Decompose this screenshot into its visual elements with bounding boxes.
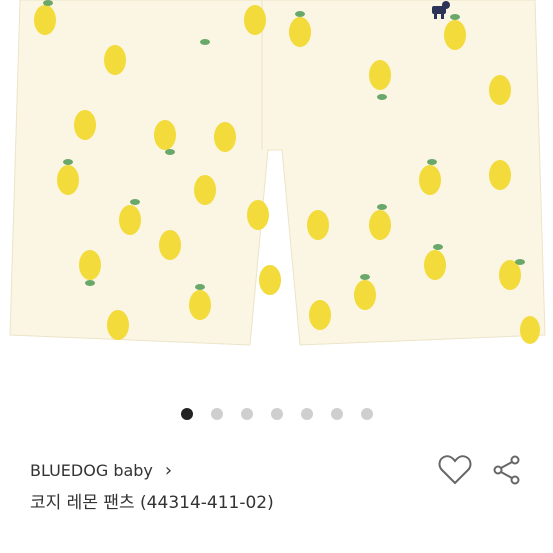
product-actions [437,452,525,488]
share-icon [493,455,520,485]
share-button[interactable] [489,452,525,488]
carousel-dot-1[interactable] [180,408,193,420]
chevron-right-icon: › [164,460,173,481]
carousel-dot-7[interactable] [360,408,373,420]
carousel-dot-4[interactable] [270,408,283,420]
brand-link[interactable]: BLUEDOG baby › [30,460,172,481]
carousel-dot-5[interactable] [300,408,313,420]
carousel-dot-6[interactable] [330,408,343,420]
lemon-shorts-illustration [9,0,546,346]
heart-icon [438,455,472,485]
product-title: 코지 레몬 팬츠 (44314-411-02) [30,493,274,513]
carousel-dot-3[interactable] [240,408,253,420]
carousel-indicator [0,408,553,420]
carousel-dot-2[interactable] [210,408,223,420]
like-button[interactable] [437,452,473,488]
product-image[interactable] [0,0,553,392]
brand-name: BLUEDOG baby [30,461,153,480]
